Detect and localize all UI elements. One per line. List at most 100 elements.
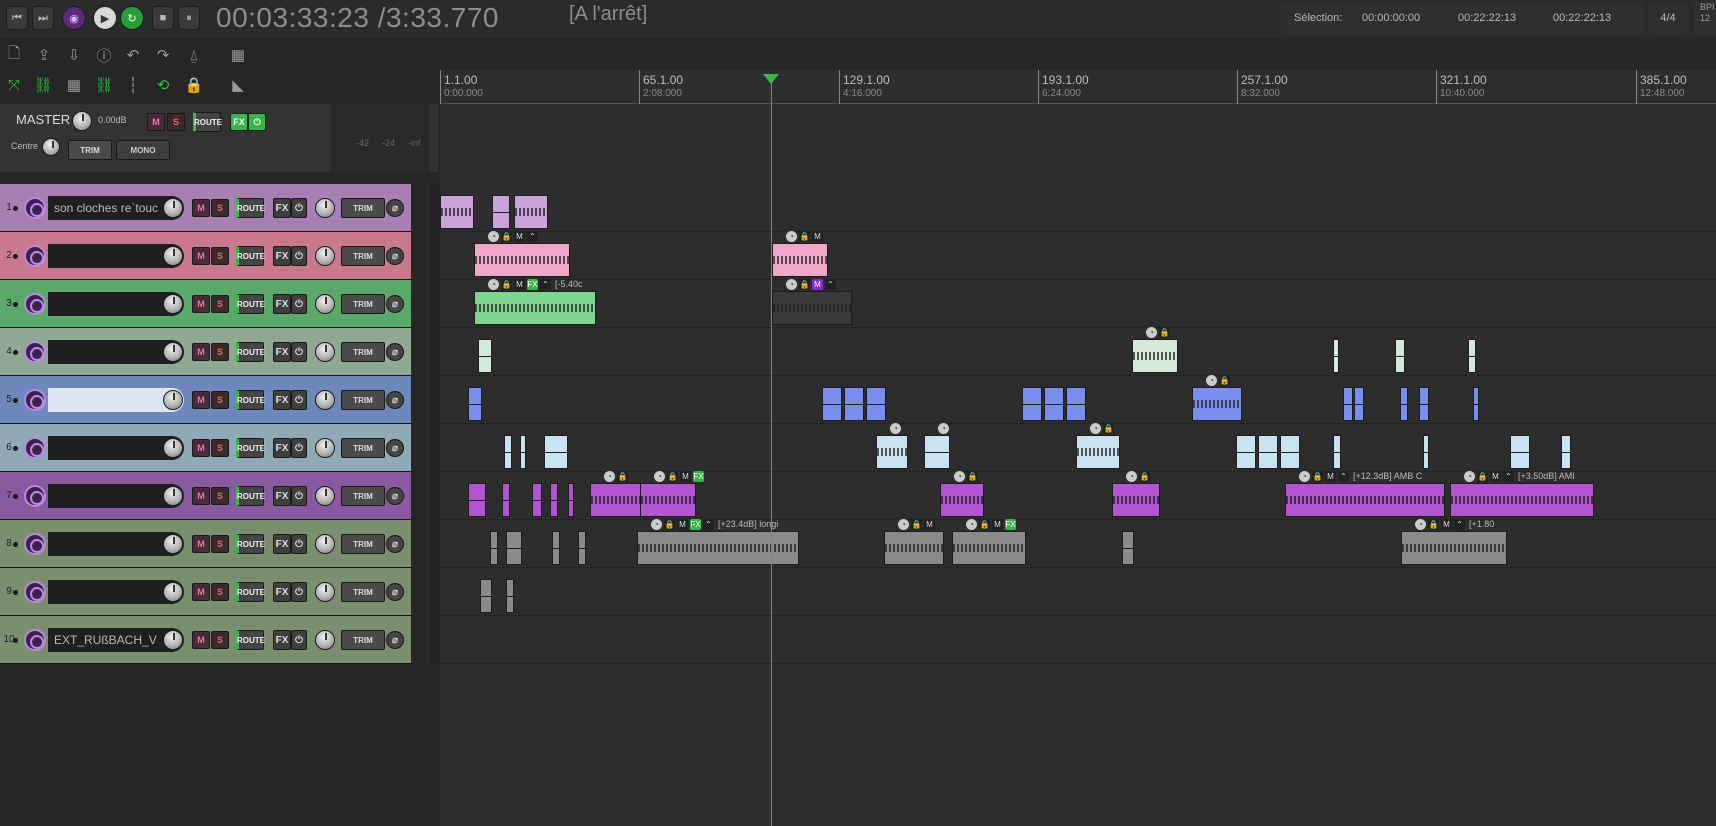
media-item[interactable] <box>1343 387 1353 421</box>
play-button[interactable]: ▶ <box>93 6 117 30</box>
media-item[interactable] <box>952 531 1026 565</box>
media-item[interactable] <box>490 531 498 565</box>
track-trim-button[interactable]: TRIM <box>341 198 385 218</box>
item-volume-knob-icon[interactable]: ◔ <box>1299 471 1310 482</box>
media-item[interactable] <box>772 243 828 277</box>
track-fx-power-button[interactable]: ⏻ <box>291 246 307 266</box>
item-lock-icon[interactable]: 🔒 <box>617 471 628 482</box>
track-trim-button[interactable]: TRIM <box>341 582 385 602</box>
track-volume-knob[interactable] <box>163 630 183 650</box>
track-pan-knob[interactable] <box>315 390 335 410</box>
item-lock-icon[interactable]: 🔒 <box>799 231 810 242</box>
media-item[interactable] <box>1423 435 1429 469</box>
media-item[interactable] <box>772 291 852 325</box>
media-item[interactable] <box>504 435 512 469</box>
track-fx-button[interactable]: FX <box>273 534 291 554</box>
track-mute-button[interactable]: M <box>192 439 210 457</box>
item-lock-icon[interactable]: 🔒 <box>667 471 678 482</box>
media-item[interactable] <box>502 483 510 517</box>
track-pan-knob[interactable] <box>315 342 335 362</box>
redo-icon[interactable]: ↷ <box>152 45 174 65</box>
media-item[interactable] <box>474 243 570 277</box>
envelope-lock-icon[interactable]: ⛓ <box>93 75 115 95</box>
track-trim-button[interactable]: TRIM <box>341 438 385 458</box>
track-solo-button[interactable]: S <box>211 343 229 361</box>
media-item[interactable] <box>1354 387 1364 421</box>
item-volume-knob-icon[interactable]: ◔ <box>954 471 965 482</box>
media-item[interactable] <box>844 387 864 421</box>
record-arm-button[interactable] <box>24 485 46 507</box>
snap-grid-icon[interactable]: ▦ <box>63 75 85 95</box>
media-item[interactable] <box>1285 483 1445 517</box>
media-item[interactable] <box>1468 339 1476 373</box>
media-item[interactable] <box>1419 387 1429 421</box>
track-solo-button[interactable]: S <box>211 535 229 553</box>
item-mute-icon[interactable]: M <box>1325 471 1336 482</box>
track-route-button[interactable]: ROUTE <box>236 582 265 602</box>
bpm-display[interactable]: BPI 12 <box>1694 2 1716 34</box>
media-item[interactable] <box>544 435 568 469</box>
track-volume-knob[interactable] <box>163 486 183 506</box>
track-route-button[interactable]: ROUTE <box>236 534 265 554</box>
track-fx-power-button[interactable]: ⏻ <box>291 390 307 410</box>
track-fx-power-button[interactable]: ⏻ <box>291 438 307 458</box>
track-lane[interactable] <box>440 328 1716 376</box>
track-solo-button[interactable]: S <box>211 583 229 601</box>
media-item[interactable] <box>506 531 522 565</box>
track-trim-button[interactable]: TRIM <box>341 342 385 362</box>
track-volume-knob[interactable] <box>163 582 183 602</box>
track-volume-knob[interactable] <box>163 198 183 218</box>
item-lock-icon[interactable]: 🔒 <box>501 279 512 290</box>
media-item[interactable] <box>1258 435 1278 469</box>
item-mute-active-icon[interactable]: M <box>812 279 823 290</box>
item-fx-icon[interactable]: FX <box>527 279 538 290</box>
time-signature[interactable]: 4/4 <box>1648 2 1688 34</box>
media-item[interactable] <box>552 531 560 565</box>
master-pan-knob[interactable] <box>42 138 60 156</box>
media-item[interactable] <box>1066 387 1086 421</box>
track-pan-knob[interactable] <box>315 630 335 650</box>
item-lock-icon[interactable]: 🔒 <box>799 279 810 290</box>
item-volume-knob-icon[interactable]: ◔ <box>890 423 901 434</box>
track-mute-button[interactable]: M <box>192 391 210 409</box>
automation-icon[interactable]: ◣ <box>227 75 249 95</box>
go-to-end-button[interactable]: ⏭ <box>32 6 54 30</box>
track-lane[interactable] <box>440 616 1716 664</box>
record-arm-button[interactable] <box>24 629 46 651</box>
item-volume-knob-icon[interactable]: ◔ <box>966 519 977 530</box>
media-item[interactable] <box>440 195 474 229</box>
item-volume-knob-icon[interactable]: ◔ <box>654 471 665 482</box>
track-fx-power-button[interactable]: ⏻ <box>291 486 307 506</box>
track-solo-button[interactable]: S <box>211 487 229 505</box>
media-item[interactable] <box>1192 387 1242 421</box>
track-fx-power-button[interactable]: ⏻ <box>291 198 307 218</box>
track-pan-knob[interactable] <box>315 294 335 314</box>
item-volume-knob-icon[interactable]: ◔ <box>1415 519 1426 530</box>
item-fx-icon[interactable]: FX <box>1005 519 1016 530</box>
media-item[interactable] <box>468 387 482 421</box>
edit-cursor-marker[interactable] <box>763 74 779 84</box>
track-trim-button[interactable]: TRIM <box>341 534 385 554</box>
track-solo-button[interactable]: S <box>211 391 229 409</box>
track-header[interactable]: 10 EXT_RUßBACH_V M S ROUTE FX ⏻ TRIM ⌀ <box>0 616 411 664</box>
track-lane[interactable] <box>440 568 1716 616</box>
track-fx-button[interactable]: FX <box>273 486 291 506</box>
track-mute-button[interactable]: M <box>192 295 210 313</box>
media-item[interactable] <box>1510 435 1530 469</box>
track-mute-button[interactable]: M <box>192 247 210 265</box>
track-mute-button[interactable]: M <box>192 487 210 505</box>
track-fx-power-button[interactable]: ⏻ <box>291 630 307 650</box>
media-item[interactable] <box>520 435 526 469</box>
lock-icon[interactable]: 🔒 <box>183 75 205 95</box>
track-pan-knob[interactable] <box>315 582 335 602</box>
tcp-scrollbar[interactable] <box>430 184 440 664</box>
track-mute-button[interactable]: M <box>192 535 210 553</box>
media-item[interactable] <box>480 579 492 613</box>
track-fx-power-button[interactable]: ⏻ <box>291 582 307 602</box>
phase-invert-icon[interactable]: ⌀ <box>386 439 404 457</box>
track-fx-button[interactable]: FX <box>273 582 291 602</box>
media-item[interactable] <box>1401 531 1507 565</box>
track-fx-button[interactable]: FX <box>273 630 291 650</box>
master-volume-knob[interactable] <box>72 111 92 131</box>
item-mute-icon[interactable]: M <box>677 519 688 530</box>
